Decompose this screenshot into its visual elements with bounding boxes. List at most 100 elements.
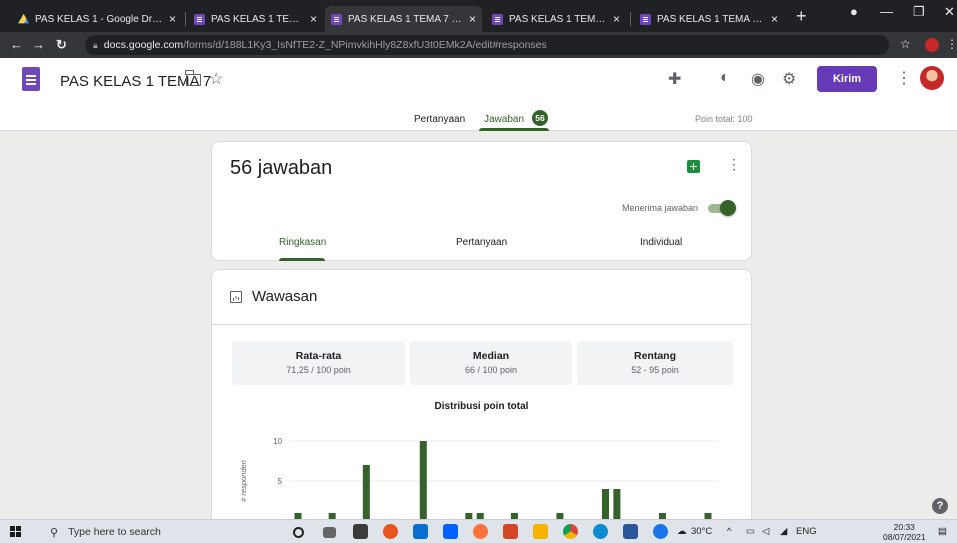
palette-icon[interactable]: ◐ xyxy=(720,69,730,87)
browser-menu-icon[interactable]: ⋮ xyxy=(946,37,957,51)
browser-tab[interactable]: PAS KELAS 1 TEMA 6 - Googl × xyxy=(486,6,626,32)
firefox-icon[interactable] xyxy=(473,524,488,539)
file-explorer-icon[interactable] xyxy=(533,524,548,539)
task-view-icon[interactable] xyxy=(323,527,336,538)
lock-icon: 🔒︎ xyxy=(93,39,98,50)
total-points-label: Poin total: 100 xyxy=(695,114,753,124)
browser-profile-avatar[interactable] xyxy=(925,38,939,52)
addon-puzzle-icon[interactable]: ✚ xyxy=(668,69,681,89)
taskbar-search-placeholder: Type here to search xyxy=(68,526,161,538)
url-field[interactable]: 🔒︎ docs.google.com /forms/d/188L1Ky3_IsN… xyxy=(85,35,889,55)
responses-count-badge: 56 xyxy=(532,110,548,126)
dropbox-icon[interactable] xyxy=(443,524,458,539)
chart-title: Distribusi poin total xyxy=(434,401,529,412)
language-indicator[interactable]: ENG xyxy=(796,526,817,537)
close-icon[interactable]: × xyxy=(613,12,620,26)
weather-icon: ☁ xyxy=(677,526,687,537)
forms-icon xyxy=(492,13,503,25)
responses-summary-card: 56 jawaban ⋮ Menerima jawaban Ringkasan … xyxy=(211,141,752,261)
volume-icon[interactable]: ◁ xyxy=(762,526,769,537)
clock-date: 08/07/2021 xyxy=(883,532,926,542)
drive-icon xyxy=(18,13,29,24)
word-icon[interactable] xyxy=(623,524,638,539)
browser-tab-active[interactable]: PAS KELAS 1 TEMA 7 - Googl × xyxy=(325,6,482,32)
y-tick-label: 10 xyxy=(273,437,282,446)
mail-icon[interactable] xyxy=(413,524,428,539)
settings-gear-icon[interactable]: ⚙ xyxy=(782,69,796,89)
browser-tab[interactable]: PAS KELAS 1 TEMA 5 - Googl × xyxy=(634,6,784,32)
forms-icon xyxy=(640,13,651,25)
taskbar: ⚲ Type here to search ☁ 30°C ^ ▭ ◁ ◢ ENG… xyxy=(0,519,957,543)
stat-value: 71,25 / 100 poin xyxy=(286,365,351,375)
stat-title: Median xyxy=(472,350,510,362)
browser-tab-label: PAS KELAS 1 TEMA 8 - Googl xyxy=(211,13,304,25)
notifications-icon[interactable]: ▤ xyxy=(938,526,947,537)
clock-time: 20:33 xyxy=(893,522,915,532)
forms-logo-icon[interactable] xyxy=(22,67,40,91)
chrome-icon[interactable] xyxy=(563,524,578,539)
active-subtab-indicator xyxy=(279,258,325,261)
more-vert-icon[interactable]: ⋮ xyxy=(727,156,741,173)
subtab-summary[interactable]: Ringkasan xyxy=(279,237,326,248)
chevron-up-icon[interactable]: ^ xyxy=(727,526,731,537)
edge-icon[interactable] xyxy=(593,524,608,539)
tab-responses[interactable]: Jawaban xyxy=(484,114,524,125)
close-icon[interactable]: × xyxy=(310,12,317,26)
folder-icon[interactable] xyxy=(185,70,201,86)
help-app-icon[interactable] xyxy=(653,524,668,539)
browser-tab[interactable]: PAS KELAS 1 TEMA 8 - Googl × xyxy=(188,6,323,32)
bar[interactable] xyxy=(419,441,427,530)
app-icon[interactable] xyxy=(383,524,398,539)
network-icon[interactable]: ◢ xyxy=(780,526,787,537)
forward-icon[interactable]: → xyxy=(32,37,45,52)
forms-icon xyxy=(331,13,342,25)
close-icon[interactable]: × xyxy=(169,12,176,26)
avatar[interactable] xyxy=(920,66,944,90)
battery-icon[interactable]: ▭ xyxy=(746,526,755,537)
browser-tab[interactable]: PAS KELAS 1 - Google Drive × xyxy=(12,6,182,32)
search-icon: ⚲ xyxy=(50,526,59,539)
new-tab-button[interactable]: + xyxy=(796,6,807,27)
responses-count-title: 56 jawaban xyxy=(230,157,333,179)
send-button[interactable]: Kirim xyxy=(817,66,877,92)
powerpoint-icon[interactable] xyxy=(503,524,518,539)
stat-value: 66 / 100 poin xyxy=(464,365,518,375)
windows-start-icon[interactable] xyxy=(10,526,21,537)
url-path: /forms/d/188L1Ky3_IsNfTE2-Z_NPimvkihHly8… xyxy=(183,39,547,51)
star-icon[interactable]: ☆ xyxy=(209,69,223,89)
back-icon[interactable]: ← xyxy=(10,37,23,52)
cortana-icon[interactable] xyxy=(293,527,304,538)
points-distribution-chart: # responden 10 5 xyxy=(239,437,718,530)
taskbar-search[interactable]: ⚲ Type here to search xyxy=(34,520,274,543)
close-icon[interactable]: × xyxy=(771,12,778,26)
help-icon[interactable]: ? xyxy=(932,498,948,514)
reload-icon[interactable]: ↻ xyxy=(56,37,67,53)
minimize-icon[interactable]: — xyxy=(880,4,893,19)
preview-eye-icon[interactable]: ◉ xyxy=(751,69,765,89)
stat-value: 52 - 95 poin xyxy=(631,365,679,375)
browser-tab-label: PAS KELAS 1 TEMA 5 - Googl xyxy=(657,13,765,25)
weather-temp[interactable]: 30°C xyxy=(691,526,712,537)
y-axis-label: # responden xyxy=(239,460,248,502)
browser-tab-strip: PAS KELAS 1 - Google Drive × PAS KELAS 1… xyxy=(0,0,957,32)
restore-icon[interactable]: ❐ xyxy=(913,4,925,20)
insights-icon xyxy=(230,291,242,303)
window-close-icon[interactable]: ✕ xyxy=(944,4,955,20)
stat-average: Rata-rata 71,25 / 100 poin xyxy=(232,341,405,385)
forms-header: PAS KELAS 1 TEMA 7 ☆ ✚ ◐ ◉ ⚙ Kirim ⋮ Per… xyxy=(0,58,957,131)
clock[interactable]: 20:33 08/07/2021 xyxy=(883,522,926,542)
close-icon[interactable]: × xyxy=(469,12,476,26)
accepting-responses-label: Menerima jawaban xyxy=(622,203,699,213)
stat-title: Rentang xyxy=(634,350,676,362)
toggle-knob[interactable] xyxy=(720,200,736,216)
tab-separator xyxy=(185,12,186,26)
tab-search-icon[interactable]: ● xyxy=(850,4,858,19)
insights-title: Wawasan xyxy=(252,288,318,305)
subtab-question[interactable]: Pertanyaan xyxy=(456,237,507,248)
more-vert-icon[interactable]: ⋮ xyxy=(896,68,912,88)
subtab-individual[interactable]: Individual xyxy=(640,237,682,248)
store-icon[interactable] xyxy=(353,524,368,539)
bookmark-star-icon[interactable]: ☆ xyxy=(900,37,911,51)
sheets-icon[interactable] xyxy=(687,160,700,173)
tab-questions[interactable]: Pertanyaan xyxy=(414,114,465,125)
